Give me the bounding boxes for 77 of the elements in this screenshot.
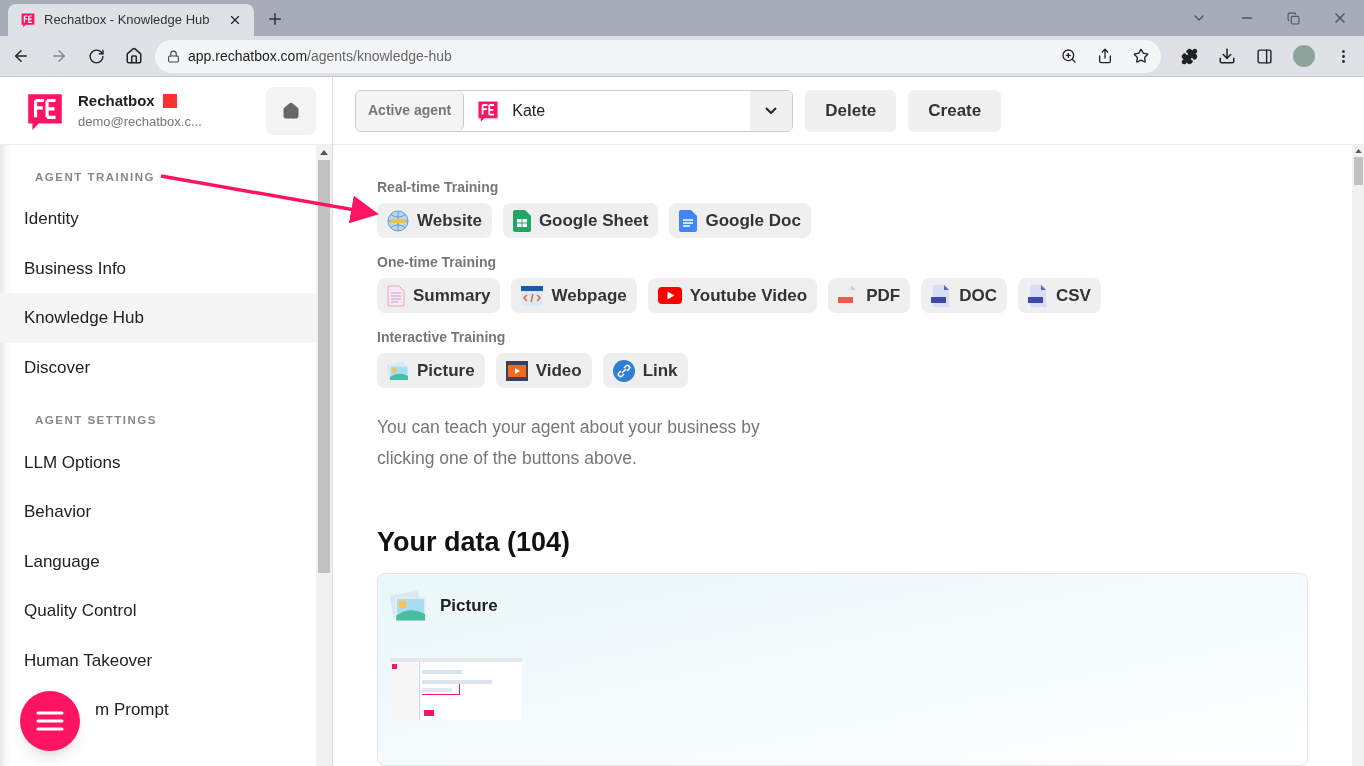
- zoom-icon[interactable]: [1061, 48, 1077, 64]
- training-button[interactable]: Picture: [377, 353, 485, 388]
- training-button[interactable]: Google Sheet: [502, 203, 659, 238]
- forward-icon[interactable]: [50, 47, 68, 65]
- link-icon: [612, 359, 635, 382]
- group-title: One-time Training: [377, 253, 497, 272]
- sidebar-item[interactable]: Language: [0, 536, 316, 586]
- training-button[interactable]: Link: [602, 353, 688, 388]
- home-icon[interactable]: [125, 47, 143, 65]
- document-icon: [679, 209, 698, 232]
- extensions-icon[interactable]: [1181, 47, 1198, 65]
- picture-icon: [387, 360, 409, 381]
- picture-icon: [390, 589, 428, 622]
- brand-name: Rechatbox: [78, 90, 155, 111]
- group-title: Real-time Training: [377, 178, 500, 197]
- training-button[interactable]: Youtube Video: [647, 278, 818, 313]
- training-button[interactable]: Webpage: [511, 278, 637, 313]
- scroll-up-icon[interactable]: [320, 150, 328, 155]
- file-icon: [1027, 284, 1048, 307]
- training-button[interactable]: DOC: [921, 278, 1007, 313]
- favicon-icon: [20, 12, 36, 28]
- home-button[interactable]: [266, 86, 316, 135]
- side-panel-icon[interactable]: [1256, 47, 1273, 65]
- sidebar-item[interactable]: Identity: [0, 194, 316, 244]
- scroll-thumb[interactable]: [318, 160, 330, 573]
- new-tab-icon[interactable]: [266, 10, 284, 28]
- card-title: Picture: [440, 594, 498, 617]
- globe-icon: [387, 209, 409, 232]
- document-icon: [387, 284, 405, 307]
- back-icon[interactable]: [12, 47, 30, 65]
- training-button[interactable]: Summary: [377, 278, 501, 313]
- action-button[interactable]: Create: [908, 89, 1002, 132]
- share-icon[interactable]: [1097, 48, 1113, 64]
- section-title: Your data (104): [377, 526, 572, 559]
- restore-icon[interactable]: [1287, 11, 1300, 25]
- sidebar-item[interactable]: Discover: [0, 342, 316, 393]
- tab-title: Rechatbox - Knowledge Hub: [44, 11, 211, 30]
- bookmark-icon[interactable]: [1133, 48, 1149, 64]
- menu-icon: [36, 711, 64, 731]
- play-icon: [657, 287, 682, 304]
- lock-icon: [167, 49, 180, 63]
- training-button[interactable]: Video: [495, 353, 592, 388]
- scroll-up-icon[interactable]: [1354, 149, 1362, 153]
- scrollbar[interactable]: [1352, 145, 1364, 766]
- section-heading: AGENT TRAINING: [34, 170, 157, 185]
- section-heading: AGENT SETTINGS: [34, 413, 158, 429]
- group-title: Interactive Training: [377, 328, 507, 347]
- sidebar-item[interactable]: m Prompt: [0, 685, 316, 735]
- training-button[interactable]: Google Doc: [669, 203, 811, 238]
- file-icon: [931, 284, 952, 307]
- training-button[interactable]: Website: [377, 203, 492, 238]
- home-icon: [282, 101, 300, 120]
- browser-tab[interactable]: Rechatbox - Knowledge Hub: [8, 4, 254, 36]
- sidebar-item[interactable]: LLM Options: [0, 437, 316, 487]
- address-bar[interactable]: app.rechatbox.com/agents/knowledge-hub: [155, 39, 1161, 73]
- download-icon[interactable]: [1218, 47, 1236, 65]
- scroll-thumb[interactable]: [1353, 157, 1363, 185]
- spreadsheet-icon: [512, 209, 531, 232]
- menu-fab[interactable]: [20, 691, 80, 751]
- reload-icon[interactable]: [88, 47, 105, 65]
- sidebar-item[interactable]: Behavior: [0, 487, 316, 537]
- sidebar-item[interactable]: Business Info: [0, 243, 316, 294]
- training-button[interactable]: CSV: [1017, 278, 1101, 313]
- url-text: app.rechatbox.com/agents/knowledge-hub: [188, 46, 453, 66]
- code-window-icon: [521, 285, 544, 306]
- sidebar-item[interactable]: Quality Control: [0, 586, 316, 636]
- sidebar-item[interactable]: Knowledge Hub: [0, 293, 316, 343]
- hint-text: You can teach your agent about your business by clicking one of the buttons above.: [377, 416, 761, 470]
- close-icon[interactable]: [228, 13, 242, 27]
- sidebar-item[interactable]: Human Takeover: [0, 635, 316, 685]
- film-icon: [505, 360, 528, 381]
- scrollbar[interactable]: [316, 145, 332, 766]
- data-card[interactable]: Picture: [377, 572, 1308, 766]
- action-button[interactable]: Delete: [805, 89, 897, 132]
- status-square: [162, 93, 177, 108]
- training-button[interactable]: PDF: [828, 278, 911, 313]
- account-email: demo@rechatbox.c...: [78, 113, 203, 131]
